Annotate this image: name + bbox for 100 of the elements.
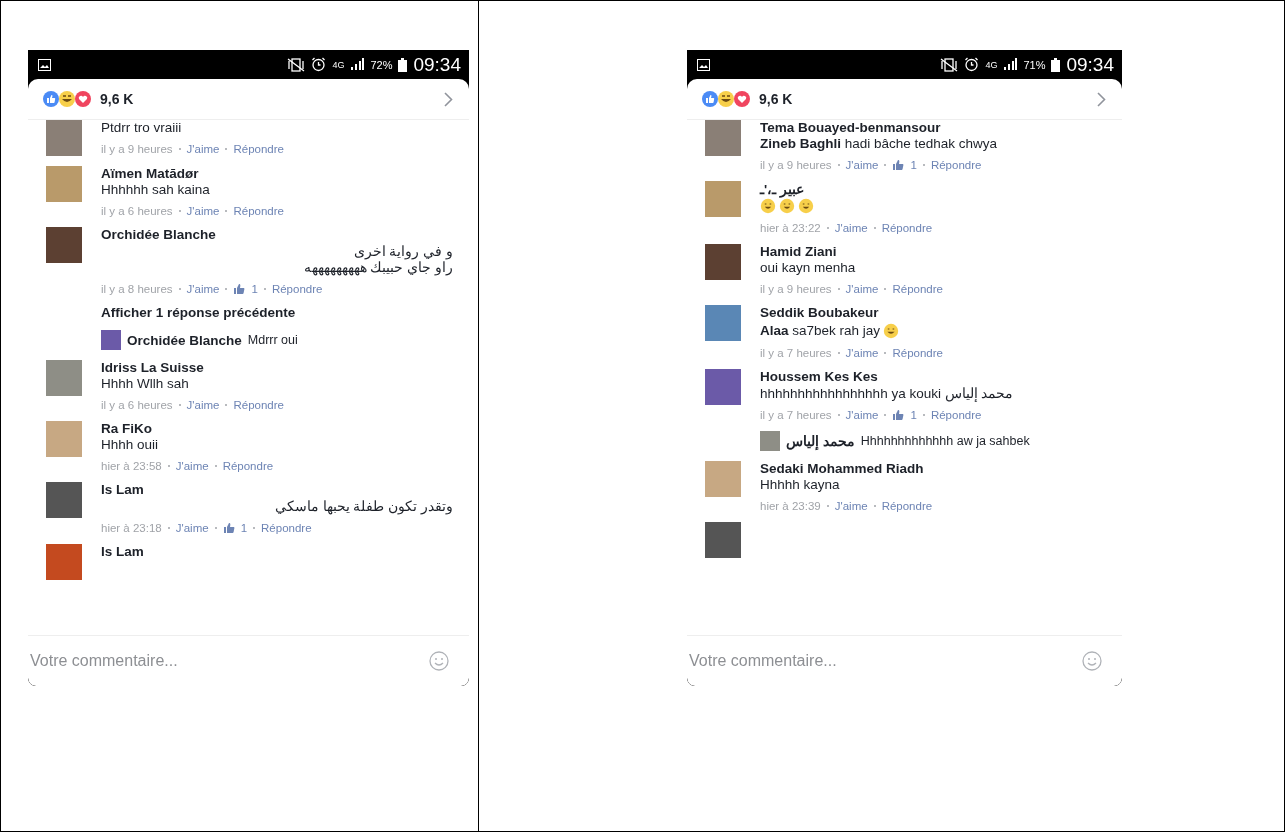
reactions-icon [701, 90, 753, 108]
commenter-name[interactable]: محمد إلياس [786, 433, 855, 449]
comment-text: Hhhhh kayna [760, 477, 841, 492]
smiley-icon[interactable] [1082, 651, 1102, 671]
commenter-name[interactable]: عبير ـ،'ـ [760, 181, 1106, 197]
like-link[interactable]: J'aime [845, 409, 879, 421]
avatar-photo[interactable] [46, 482, 82, 518]
avatar-photo[interactable] [46, 544, 82, 580]
comment-text: oui kayn menha [760, 260, 857, 275]
chevron-right-icon[interactable] [444, 91, 453, 107]
avatar-photo[interactable] [46, 120, 82, 156]
commenter-name[interactable]: Is Lam [101, 482, 453, 497]
commenter-name[interactable]: Tema Bouayed-benmansour [760, 120, 1106, 135]
like-link[interactable]: J'aime [175, 522, 209, 534]
thumbs-up-icon [892, 409, 905, 421]
signal-icon [350, 58, 365, 71]
comment-text: وتقدر تكون طفلة يحبها ماسكي [274, 498, 453, 514]
comment-text: Hhhh Wllh sah [101, 376, 190, 391]
reply-link[interactable]: Répondre [892, 283, 943, 295]
like-link[interactable]: J'aime [845, 283, 879, 295]
avatar-photo[interactable] [705, 120, 741, 156]
avatar-photo[interactable] [705, 181, 741, 217]
comment-text: Hhhh ouii [101, 437, 160, 452]
network-type: 4G [332, 59, 345, 70]
like-link[interactable]: J'aime [834, 222, 868, 234]
comment-time: il y a 6 heures [101, 399, 173, 411]
avatar-photo[interactable] [46, 360, 82, 396]
like-link[interactable]: J'aime [175, 460, 209, 472]
reply-link[interactable]: Répondre [271, 283, 323, 295]
reactions-icon [42, 90, 94, 108]
avatar-photo[interactable] [760, 431, 780, 451]
network-type: 4G [985, 59, 998, 70]
reply-link[interactable]: Répondre [233, 205, 284, 217]
reply-link[interactable]: Répondre [233, 143, 284, 155]
commenter-name[interactable]: Orchidée Blanche [101, 227, 453, 242]
comment-text: و في رواية اخرى راو جاي حبيبك هههههههههه [302, 243, 453, 275]
show-previous-replies-link[interactable]: Afficher 1 réponse précédente [101, 305, 453, 320]
like-link[interactable]: J'aime [186, 143, 220, 155]
alarm-icon [311, 57, 327, 72]
commenter-name[interactable]: Ra FiKo [101, 421, 453, 436]
commenter-name[interactable]: Seddik Boubakeur [760, 305, 1106, 320]
avatar-photo[interactable] [46, 166, 82, 202]
like-link[interactable]: J'aime [834, 500, 868, 512]
clock-time: 09:34 [1066, 53, 1114, 76]
comment-time: hier à 23:22 [760, 222, 821, 234]
avatar-photo[interactable] [705, 369, 741, 405]
signal-icon [1003, 58, 1018, 71]
reply-link[interactable]: Répondre [930, 159, 982, 171]
like-link[interactable]: J'aime [845, 159, 879, 171]
image-icon [38, 58, 51, 71]
comment-time: hier à 23:18 [101, 522, 162, 534]
comment-time: il y a 9 heures [760, 159, 832, 171]
battery-percent: 71% [1023, 58, 1046, 71]
avatar-photo[interactable] [46, 227, 82, 263]
avatar-photo[interactable] [46, 421, 82, 457]
commenter-name[interactable]: Idriss La Suisse [101, 360, 453, 375]
thumbs-up-icon [222, 522, 235, 534]
like-count: 1 [910, 409, 917, 421]
comment-time: il y a 8 heures [101, 283, 173, 295]
commenter-name[interactable]: Houssem Kes Kes [760, 369, 1106, 384]
like-link[interactable]: J'aime [186, 205, 220, 217]
comment-text: Ptdrr tro vraiii [101, 120, 183, 135]
reply-link[interactable]: Répondre [261, 522, 312, 534]
like-count: 1 [910, 159, 917, 171]
comment-text: hhhhhhhhhhhhhhhhh ya kouki محمد إلياس [760, 385, 1015, 401]
like-link[interactable]: J'aime [845, 347, 879, 359]
comment-text: Alaa sa7bek rah jay [760, 323, 881, 338]
like-count: 1 [240, 522, 248, 534]
reaction-count[interactable]: 9,6 K [759, 91, 793, 107]
like-count: 1 [251, 283, 258, 295]
avatar-photo[interactable] [101, 330, 121, 350]
thumbs-up-icon [892, 159, 905, 171]
avatar-photo[interactable] [705, 244, 741, 280]
avatar-photo[interactable] [705, 461, 741, 497]
avatar-photo[interactable] [705, 305, 741, 341]
reply-link[interactable]: Répondre [881, 222, 933, 234]
like-link[interactable]: J'aime [186, 283, 220, 295]
battery-icon [398, 57, 408, 72]
commenter-name[interactable]: Aïmen Matādør [101, 166, 453, 181]
like-link[interactable]: J'aime [186, 399, 220, 411]
comment-time: il y a 9 heures [101, 143, 173, 155]
commenter-name[interactable]: Is Lam [101, 544, 453, 559]
reply-link[interactable]: Répondre [892, 347, 943, 359]
battery-icon [1051, 57, 1061, 72]
commenter-name[interactable]: Orchidée Blanche [127, 332, 242, 348]
alarm-icon [964, 57, 980, 72]
smiley-icon[interactable] [429, 651, 449, 671]
comment-text: Hhhhhh sah kaina [101, 182, 211, 197]
reply-link[interactable]: Répondre [233, 399, 284, 411]
reaction-count[interactable]: 9,6 K [100, 91, 134, 107]
avatar-photo[interactable] [705, 522, 741, 558]
reply-link[interactable]: Répondre [881, 500, 933, 512]
reply-link[interactable]: Répondre [930, 409, 982, 421]
image-icon [697, 58, 710, 71]
reply-link[interactable]: Répondre [222, 460, 274, 472]
commenter-name[interactable]: Hamid Ziani [760, 244, 1106, 259]
commenter-name[interactable]: Sedaki Mohammed Riadh [760, 461, 1106, 476]
battery-percent: 72% [370, 58, 393, 71]
comment-time: il y a 7 heures [760, 347, 832, 359]
chevron-right-icon[interactable] [1097, 91, 1106, 107]
